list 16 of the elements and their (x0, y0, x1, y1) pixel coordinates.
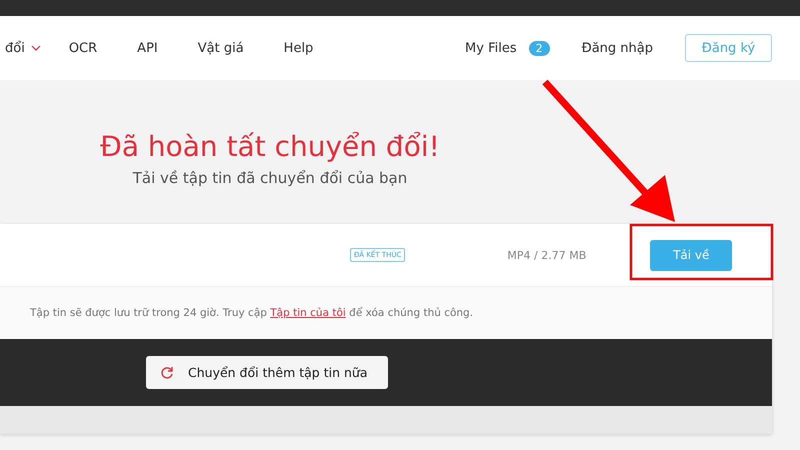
file-info: MP4 / 2.77 MB (507, 248, 586, 262)
nav-link[interactable]: Vật giá (198, 40, 244, 56)
nav-link[interactable]: đổi (5, 40, 41, 56)
page-subtitle: Tải về tập tin đã chuyển đổi của bạn (132, 169, 408, 187)
nav-link[interactable]: OCR (68, 40, 98, 56)
convert-more-button[interactable]: Chuyển đổi thêm tập tin nữa (146, 356, 388, 389)
refresh-icon (160, 366, 174, 380)
my-files-link[interactable]: Tập tin của tôi (270, 307, 346, 319)
page-title: Đã hoàn tất chuyển đổi! (100, 130, 440, 163)
storage-notice: Tập tin sẽ được lưu trữ trong 24 giờ. Truy cập Tập tin của tôi để xóa chúng thủ công. (30, 307, 474, 319)
nav-link[interactable]: API (137, 40, 158, 56)
my-files-link[interactable]: My Files 2 (465, 40, 550, 56)
nav-link[interactable]: Help (284, 40, 314, 56)
file-count-badge: 2 (528, 40, 550, 56)
chevron-down-icon (30, 45, 41, 51)
login-link[interactable]: Đăng nhập (582, 40, 653, 56)
